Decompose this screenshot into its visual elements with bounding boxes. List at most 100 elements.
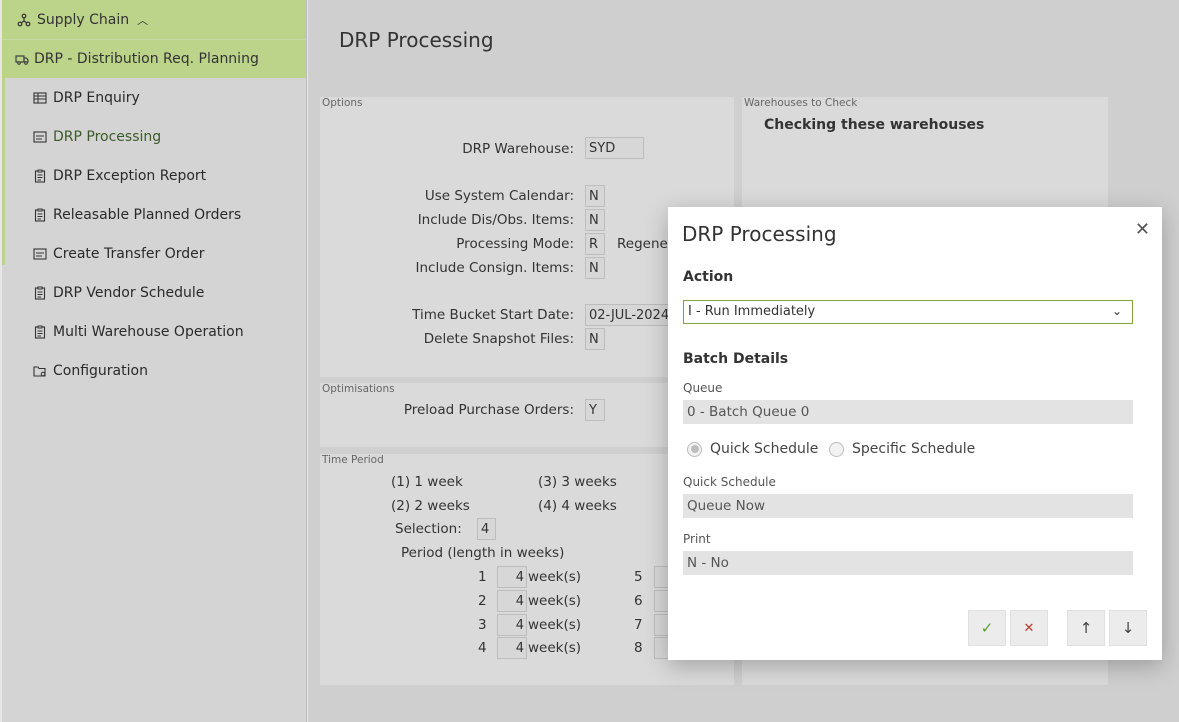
warehouses-heading: Checking these warehouses [764,117,985,133]
ok-button[interactable]: ✓ [968,610,1006,646]
delete-snapshot-label: Delete Snapshot Files: [423,331,574,347]
selection-label: Selection: [395,521,462,537]
clipboard-icon [32,324,47,339]
page-title: DRP Processing [339,28,494,52]
clipboard-icon [32,285,47,300]
sidebar-item-label: DRP Vendor Schedule [53,284,205,301]
period-unit-label: week(s) [528,593,582,609]
x-icon: ✕ [1023,620,1035,636]
preload-po-field[interactable]: Y [585,399,605,421]
specific-schedule-radio[interactable]: Specific Schedule [829,441,975,457]
sidebar-item-configuration[interactable]: Configuration [2,351,306,390]
period-row-number: 5 [634,569,643,585]
processing-mode-field[interactable]: R [585,233,605,255]
print-label: Print [683,532,711,546]
arrow-down-icon: ↓ [1121,619,1135,637]
sidebar-item-label: Configuration [53,362,148,379]
clipboard-icon [32,207,47,222]
cancel-button[interactable]: ✕ [1010,610,1048,646]
dis-obs-items-field[interactable]: N [585,209,605,231]
period-row-number: 8 [634,640,643,656]
period-option-3: (3) 3 weeks [538,474,617,490]
truck-icon [14,52,29,67]
print-field[interactable]: N - No [683,551,1133,575]
sidebar-submodule[interactable]: DRP - Distribution Req. Planning [2,40,306,78]
optimisations-panel-title: Optimisations [322,383,395,395]
action-select[interactable]: I - Run Immediately ⌄ [683,300,1133,324]
period-unit-label: week(s) [528,569,582,585]
delete-snapshot-field[interactable]: N [585,328,605,350]
chevron-down-icon: ⌄ [1111,304,1122,318]
period-weeks-field[interactable]: 4 [497,637,527,659]
move-down-button[interactable]: ↓ [1109,610,1147,646]
dialog-title: DRP Processing [682,222,837,246]
arrow-up-icon: ↑ [1079,619,1093,637]
warehouses-panel-title: Warehouses to Check [744,97,858,109]
bucket-start-date-label: Time Bucket Start Date: [412,307,574,323]
chevron-up-icon: ︿ [137,13,149,27]
sidebar-item-label: DRP Enquiry [53,89,140,106]
sidebar-item-drp-processing[interactable]: DRP Processing [2,117,306,156]
queue-field[interactable]: 0 - Batch Queue 0 [683,400,1133,424]
processing-mode-label: Processing Mode: [456,236,574,252]
period-row-number: 3 [478,617,487,633]
period-row-number: 4 [478,640,487,656]
dis-obs-items-label: Include Dis/Obs. Items: [417,212,574,228]
bucket-start-date-field[interactable]: 02-JUL-2024 [585,304,673,326]
system-calendar-label: Use System Calendar: [424,188,574,204]
period-weeks-field[interactable]: 4 [497,614,527,636]
sidebar-item-drp-exception-report[interactable]: DRP Exception Report [2,156,306,195]
form-icon [32,129,47,144]
sidebar-active-rail [2,78,5,265]
period-option-1: (1) 1 week [391,474,463,490]
queue-label: Queue [683,381,723,395]
consign-items-field[interactable]: N [585,257,605,279]
warehouse-label: DRP Warehouse: [462,141,574,157]
sidebar-item-label: DRP Exception Report [53,167,207,184]
period-weeks-field[interactable]: 4 [497,590,527,612]
quick-schedule-field[interactable]: Queue Now [683,494,1133,518]
period-row-number: 2 [478,593,487,609]
move-up-button[interactable]: ↑ [1067,610,1105,646]
preload-po-label: Preload Purchase Orders: [403,402,574,418]
sidebar-item-drp-vendor-schedule[interactable]: DRP Vendor Schedule [2,273,306,312]
period-option-4: (4) 4 weeks [538,498,617,514]
time-period-panel-title: Time Period [322,454,384,466]
folder-gear-icon [32,363,47,378]
processing-mode-desc: Regener [617,236,674,252]
sidebar-item-multi-warehouse-operation[interactable]: Multi Warehouse Operation [2,312,306,351]
sidebar-module-label: Supply Chain [37,11,130,28]
quick-schedule-radio-label: Quick Schedule [710,441,819,457]
radio-selected-icon [687,441,702,457]
clipboard-icon [32,168,47,183]
form-icon [32,246,47,261]
sidebar-item-drp-enquiry[interactable]: DRP Enquiry [2,78,306,117]
sidebar-item-label: Releasable Planned Orders [53,206,242,223]
supply-chain-icon [16,12,31,27]
period-option-2: (2) 2 weeks [391,498,470,514]
sidebar-item-label: Multi Warehouse Operation [53,323,244,340]
action-select-value: I - Run Immediately [688,304,816,319]
system-calendar-field[interactable]: N [585,185,605,207]
options-panel-title: Options [322,97,363,109]
sidebar-submodule-label: DRP - Distribution Req. Planning [34,51,259,67]
radio-unselected-icon [829,441,844,457]
quick-schedule-radio[interactable]: Quick Schedule [687,441,818,457]
sidebar: Supply Chain ︿ DRP - Distribution Req. P… [2,0,307,722]
warehouse-field[interactable]: SYD [585,137,644,159]
table-icon [32,90,47,105]
sidebar-item-label: DRP Processing [53,128,162,145]
sidebar-item-label: Create Transfer Order [53,245,205,262]
selection-field[interactable]: 4 [477,518,496,540]
period-unit-label: week(s) [528,617,582,633]
batch-details-label: Batch Details [683,351,789,367]
period-row-number: 7 [634,617,643,633]
sidebar-item-create-transfer-order[interactable]: Create Transfer Order [2,234,306,273]
close-icon[interactable]: ✕ [1135,219,1150,240]
sidebar-module-header[interactable]: Supply Chain ︿ [2,0,306,40]
action-section-label: Action [683,269,734,285]
period-weeks-field[interactable]: 4 [497,566,527,588]
period-row-number: 1 [478,569,487,585]
sidebar-item-releasable-planned-orders[interactable]: Releasable Planned Orders [2,195,306,234]
drp-processing-dialog: DRP Processing ✕ Action I - Run Immediat… [668,207,1162,660]
